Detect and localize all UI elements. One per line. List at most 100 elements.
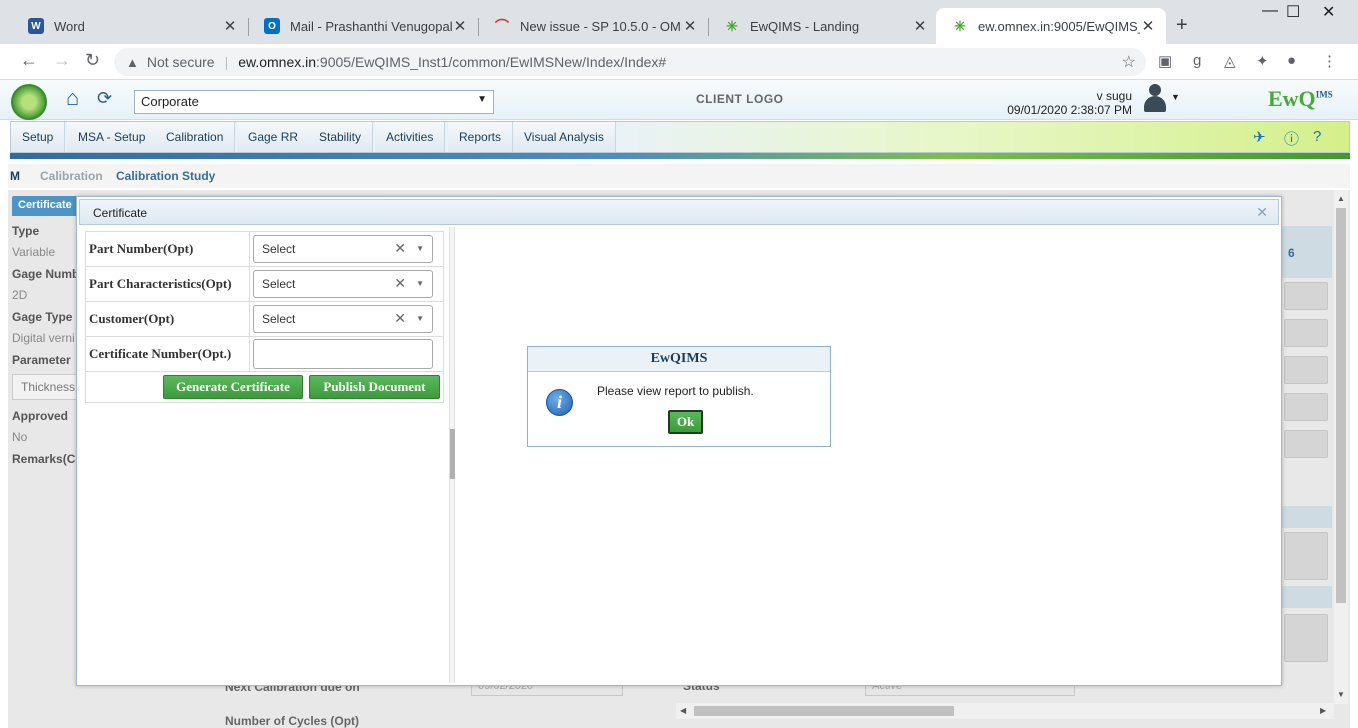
browser-tab-landing[interactable]: ✳ EwQIMS - Landing ✕: [708, 8, 938, 44]
close-icon[interactable]: ✕: [682, 17, 698, 35]
clear-icon[interactable]: ✕: [394, 310, 406, 327]
back-icon[interactable]: ←: [20, 50, 38, 71]
scroll-left-icon[interactable]: ◀: [680, 706, 686, 715]
current-datetime: 09/01/2020 2:38:07 PM: [1007, 103, 1132, 117]
caret-down-icon[interactable]: ▼: [416, 314, 424, 323]
menu-stability[interactable]: Stability: [308, 122, 374, 152]
bookmark-star-icon[interactable]: ☆: [1122, 52, 1136, 72]
summary-field[interactable]: [1284, 393, 1328, 421]
menu-visual-analysis[interactable]: Visual Analysis: [513, 122, 616, 152]
splitter-handle[interactable]: [450, 429, 455, 479]
page-horizontal-scrollbar[interactable]: ◀ ▶: [676, 703, 1334, 719]
menu-msa-setup[interactable]: MSA - Setup: [67, 122, 158, 152]
scroll-right-icon[interactable]: ▶: [1320, 706, 1326, 715]
pane-splitter[interactable]: [449, 227, 455, 683]
part-characteristics-select[interactable]: Select ✕ ▼: [253, 270, 433, 298]
browser-tab-word[interactable]: W Word ✕: [12, 8, 249, 44]
summary-field[interactable]: [1284, 532, 1328, 580]
maximize-icon[interactable]: ☐: [1286, 2, 1300, 22]
close-icon[interactable]: ✕: [452, 17, 468, 35]
app-header: ⌂ ⟳ Corporate ▼ CLIENT LOGO v sugu 09/01…: [0, 80, 1358, 120]
profile-icon[interactable]: ●: [1287, 52, 1296, 69]
menu-setup[interactable]: Setup: [11, 122, 66, 152]
breadcrumb-current: Calibration Study: [116, 169, 216, 183]
gage-number-label: Gage Numb: [12, 267, 80, 281]
summary-field[interactable]: [1284, 319, 1328, 347]
browser-tab-issue[interactable]: ⌒ New issue - SP 10.5.0 - OMNEX ✕: [478, 8, 709, 44]
browser-tab-active[interactable]: ✳ ew.omnex.in:9005/EwQIMS_Ins ✕: [936, 8, 1166, 44]
caret-down-icon[interactable]: ▼: [416, 244, 424, 253]
new-tab-icon[interactable]: +: [1176, 14, 1188, 37]
grammarly-extension-icon[interactable]: ɡ: [1193, 52, 1201, 69]
ok-button[interactable]: Ok: [668, 410, 703, 434]
browser-tab-mail[interactable]: O Mail - Prashanthi Venugopal - O ✕: [248, 8, 479, 44]
scrollbar-thumb[interactable]: [1336, 208, 1346, 603]
url-input[interactable]: ▲ Not secure | ew.omnex.in :9005/EwQIMS_…: [114, 48, 1146, 76]
part-number-label: Part Number(Opt): [85, 231, 250, 267]
selenium-extension-icon[interactable]: ▣: [1158, 52, 1172, 70]
browser-menu-icon[interactable]: ⋮: [1322, 52, 1337, 70]
tab-title: New issue - SP 10.5.0 - OMNEX: [520, 18, 682, 34]
study-details-panel: Certificate Type Variable Gage Numb 2D G…: [8, 190, 82, 480]
select-value: Select: [262, 312, 296, 326]
part-number-select[interactable]: Select ✕ ▼: [253, 235, 433, 263]
clear-icon[interactable]: ✕: [394, 275, 406, 292]
summary-field[interactable]: [1284, 430, 1328, 458]
select-value: Select: [262, 277, 296, 291]
company-logo-icon[interactable]: [11, 84, 47, 120]
menu-calibration[interactable]: Calibration: [155, 122, 236, 152]
ewqims-icon: ✳: [954, 17, 966, 34]
customer-select[interactable]: Select ✕ ▼: [253, 305, 433, 333]
divider: |: [224, 54, 229, 70]
accessibility-extension-icon[interactable]: ◬: [1224, 52, 1236, 70]
clear-icon[interactable]: ✕: [394, 240, 406, 257]
ewqims-icon: ✳: [726, 17, 738, 34]
summary-count: 6: [1288, 246, 1295, 260]
summary-field[interactable]: [1284, 614, 1328, 662]
publish-document-button[interactable]: Publish Document: [309, 375, 440, 399]
summary-field[interactable]: [1284, 282, 1328, 310]
generate-certificate-button[interactable]: Generate Certificate: [163, 375, 303, 399]
breadcrumb-calibration[interactable]: Calibration: [40, 164, 103, 188]
page-vertical-scrollbar[interactable]: ▲ ▼: [1334, 190, 1348, 704]
tab-certificate[interactable]: Certificate: [12, 196, 78, 216]
parameter-field[interactable]: Thickness: [12, 374, 82, 400]
browser-tab-strip: W Word ✕ O Mail - Prashanthi Venugopal -…: [0, 0, 1358, 44]
info-icon[interactable]: ⓘ: [1284, 128, 1299, 149]
home-icon[interactable]: ⌂: [66, 86, 90, 110]
help-icon[interactable]: ?: [1313, 128, 1321, 145]
breadcrumb-root[interactable]: M: [10, 164, 20, 188]
summary-band: [1280, 586, 1332, 608]
ewqims-brand-logo: EwQIMS: [1268, 86, 1333, 112]
refresh-icon[interactable]: ⟳: [97, 88, 117, 108]
forward-icon[interactable]: →: [53, 50, 71, 71]
pin-icon[interactable]: ✈: [1253, 128, 1266, 146]
close-icon[interactable]: ✕: [1140, 17, 1156, 35]
security-label: Not secure: [146, 54, 215, 70]
menu-activities[interactable]: Activities: [375, 122, 446, 152]
scroll-down-icon[interactable]: ▼: [1337, 690, 1345, 699]
info-icon: i: [546, 389, 573, 416]
close-icon[interactable]: ✕: [222, 17, 238, 35]
organization-select[interactable]: Corporate ▼: [134, 90, 494, 114]
caret-down-icon[interactable]: ▼: [1171, 92, 1180, 102]
summary-band: [1280, 506, 1332, 528]
close-icon[interactable]: ✕: [912, 17, 928, 35]
study-summary-panel: 6: [1280, 190, 1332, 670]
certificate-number-input[interactable]: [253, 339, 433, 369]
part-characteristics-label: Part Characteristics(Opt): [85, 266, 250, 302]
menu-reports[interactable]: Reports: [448, 122, 514, 152]
caret-down-icon[interactable]: ▼: [416, 279, 424, 288]
scroll-up-icon[interactable]: ▲: [1337, 194, 1345, 203]
summary-field[interactable]: [1284, 356, 1328, 384]
extensions-puzzle-icon[interactable]: ✦: [1256, 52, 1269, 70]
form-row: Part Number(Opt) Select ✕ ▼: [85, 231, 444, 267]
user-avatar-icon[interactable]: [1142, 84, 1168, 114]
menu-gage-rr[interactable]: Gage RR: [237, 122, 311, 152]
window-close-icon[interactable]: ✕: [1322, 2, 1335, 22]
reload-icon[interactable]: ↻: [85, 50, 100, 71]
outlook-icon: O: [264, 18, 280, 34]
scrollbar-thumb[interactable]: [694, 706, 954, 716]
minimize-icon[interactable]: —: [1262, 2, 1278, 20]
close-icon[interactable]: ✕: [1256, 204, 1268, 221]
